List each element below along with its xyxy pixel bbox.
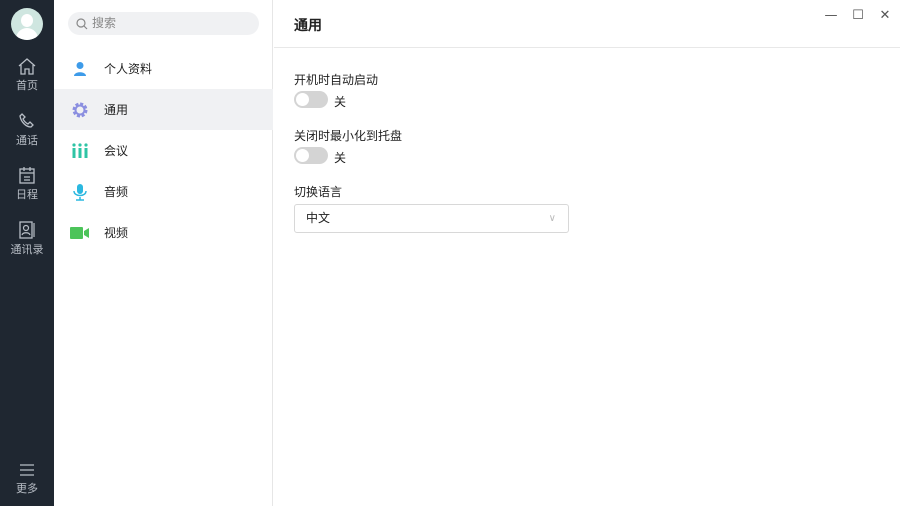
rail-label: 首页: [16, 79, 38, 92]
language-select[interactable]: 中文 ∨: [294, 204, 569, 233]
menu-label: 会议: [104, 144, 129, 158]
rail-item-more[interactable]: 更多: [0, 462, 54, 496]
avatar[interactable]: [11, 8, 43, 40]
header-divider: [274, 47, 900, 48]
rail-item-schedule[interactable]: 日程: [0, 166, 54, 202]
rail-label: 通讯录: [10, 243, 44, 256]
video-icon: [70, 223, 90, 243]
menu-label: 通用: [104, 103, 129, 117]
menu-item-video[interactable]: 视频: [54, 212, 273, 253]
nav-rail: 首页 通话 日程 通讯录 更多: [0, 0, 54, 506]
menu-item-audio[interactable]: 音频: [54, 171, 273, 212]
gear-icon: [70, 100, 90, 120]
rail-label: 更多: [16, 482, 38, 495]
chevron-down-icon: ∨: [548, 213, 556, 224]
mic-icon: [70, 182, 90, 202]
autostart-state: 关: [334, 95, 347, 109]
menu-label: 个人资料: [104, 62, 153, 76]
minimize-tray-state: 关: [334, 151, 347, 165]
calendar-icon: [19, 167, 35, 184]
search-input[interactable]: 搜索: [68, 12, 259, 35]
menu-icon: [20, 464, 34, 476]
rail-item-contacts[interactable]: 通讯录: [0, 221, 54, 257]
autostart-label: 开机时自动启动: [294, 73, 379, 87]
close-button[interactable]: ✕: [877, 8, 893, 23]
menu-item-meeting[interactable]: 会议: [54, 130, 273, 171]
settings-menu: 搜索 个人资料 通用 会议 音频 视频: [54, 0, 273, 506]
rail-label: 通话: [16, 134, 38, 147]
menu-item-profile[interactable]: 个人资料: [54, 48, 273, 89]
menu-label: 音频: [104, 185, 129, 199]
user-icon: [70, 59, 90, 79]
autostart-toggle[interactable]: [294, 91, 328, 108]
menu-label: 视频: [104, 226, 129, 240]
meeting-icon: [70, 141, 90, 161]
language-value: 中文: [306, 211, 331, 225]
search-placeholder: 搜索: [92, 16, 117, 30]
minimize-tray-label: 关闭时最小化到托盘: [294, 129, 403, 143]
language-label: 切换语言: [294, 185, 343, 199]
page-title: 通用: [294, 18, 322, 34]
search-icon: [76, 18, 88, 30]
minimize-tray-toggle[interactable]: [294, 147, 328, 164]
minimize-button[interactable]: —: [823, 8, 839, 23]
phone-icon: [19, 113, 34, 128]
menu-item-general[interactable]: 通用: [54, 89, 273, 130]
rail-item-home[interactable]: 首页: [0, 57, 54, 93]
settings-panel: 通用 — ☐ ✕ 开机时自动启动 关 关闭时最小化到托盘 关 切换语言 中文 ∨: [274, 0, 900, 506]
maximize-button[interactable]: ☐: [850, 8, 866, 23]
contacts-icon: [19, 221, 35, 239]
rail-label: 日程: [16, 188, 38, 201]
rail-item-calls[interactable]: 通话: [0, 112, 54, 148]
home-icon: [18, 58, 36, 75]
